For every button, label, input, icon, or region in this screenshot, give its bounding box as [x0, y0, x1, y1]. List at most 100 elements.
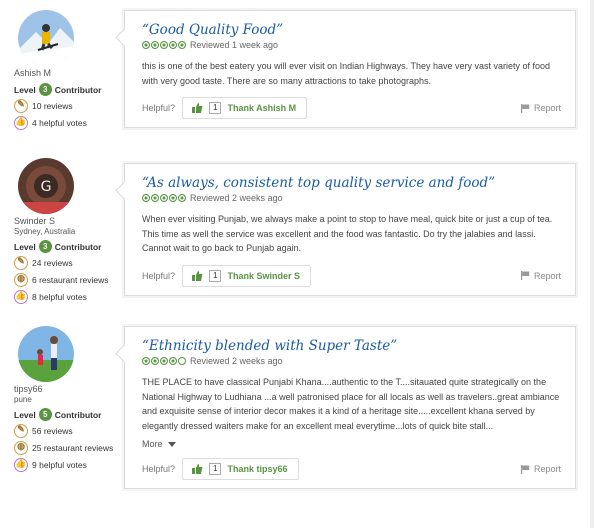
rating-line: Reviewed 2 weeks ago [142, 356, 561, 366]
stat-helpful-votes[interactable]: 👍 8 helpful votes [14, 290, 124, 304]
review-body: THE PLACE to have classical Punjabi Khan… [142, 377, 560, 431]
reviewer-name[interactable]: Ashish M [14, 68, 124, 79]
rating-bubble-icon [151, 194, 159, 202]
reviews-badge-icon: ✎ [14, 424, 28, 438]
stat-helpful-votes[interactable]: 👍 9 helpful votes [14, 458, 124, 472]
flag-icon [520, 464, 530, 474]
stat-reviews[interactable]: ✎ 56 reviews [14, 424, 124, 438]
reviews-badge-icon: ✎ [14, 256, 28, 270]
rating-bubble-icon [142, 357, 150, 365]
restaurant-reviews-badge-icon: ◍ [14, 441, 28, 455]
level-badge: 3 [38, 240, 52, 253]
stat-text: 4 helpful votes [32, 118, 87, 128]
thumbs-up-icon [192, 464, 203, 474]
report-link[interactable]: Report [520, 103, 561, 113]
rating-bubble-icon [142, 194, 150, 202]
review-date: Reviewed 2 weeks ago [190, 193, 283, 203]
stat-restaurant-reviews[interactable]: ◍ 6 restaurant reviews [14, 273, 124, 287]
stat-text: 56 reviews [32, 426, 73, 436]
report-label: Report [533, 270, 561, 281]
rating-bubble-icon [178, 194, 186, 202]
review-title[interactable]: “Good Quality Food” [142, 21, 561, 39]
stat-restaurant-reviews[interactable]: ◍ 25 restaurant reviews [14, 441, 124, 455]
stat-text: 9 helpful votes [32, 460, 87, 470]
avatar[interactable] [18, 10, 74, 66]
rating-bubble-icon [142, 41, 150, 49]
stat-text: 24 reviews [32, 258, 73, 268]
review-body: When ever visiting Punjab, we always mak… [142, 214, 553, 253]
stat-text: 10 reviews [32, 101, 73, 111]
thumbs-up-icon [192, 270, 203, 281]
review-footer: Helpful? 1 Thank tipsy66 Report [142, 458, 561, 480]
avatar[interactable] [18, 326, 74, 382]
thank-button[interactable]: 1 Thank tipsy66 [182, 458, 299, 480]
report-link[interactable]: Report [520, 270, 561, 281]
level-label: Level [14, 241, 36, 252]
rating-bubbles [142, 41, 186, 49]
stat-text: 25 restaurant reviews [32, 443, 114, 453]
stat-text: 6 restaurant reviews [32, 275, 109, 285]
level-badge: 3 [38, 83, 52, 96]
thank-count: 1 [209, 463, 222, 475]
rating-line: Reviewed 1 week ago [142, 40, 561, 50]
rating-bubble-icon [160, 357, 168, 365]
rating-bubbles [142, 194, 186, 202]
review-card: “Ethnicity blended with Super Taste” Rev… [124, 326, 576, 489]
review-date: Reviewed 2 weeks ago [190, 356, 283, 366]
scrollbar[interactable] [590, 0, 594, 528]
report-label: Report [533, 103, 561, 113]
flag-icon [520, 271, 530, 280]
reviewer-profile: tipsy66 pune Level 5 Contributor ✎ 56 re… [14, 326, 124, 472]
helpful-label: Helpful? [142, 270, 176, 281]
review-title[interactable]: “Ethnicity blended with Super Taste” [142, 337, 561, 355]
chevron-down-icon [167, 441, 176, 447]
thank-button[interactable]: 1 Thank Swinder S [182, 264, 311, 287]
level-badge: 5 [38, 408, 52, 421]
helpful-votes-badge-icon: 👍 [14, 290, 28, 304]
review-footer: Helpful? 1 Thank Swinder S Report [142, 264, 561, 287]
review-date: Reviewed 1 week ago [190, 40, 279, 50]
helpful-votes-badge-icon: 👍 [14, 458, 28, 472]
thank-label: Thank tipsy66 [227, 464, 288, 474]
thank-label: Thank Ashish M [227, 103, 297, 113]
reviews-badge-icon: ✎ [14, 99, 28, 113]
helpful-label: Helpful? [142, 103, 176, 113]
rating-bubble-icon [160, 41, 168, 49]
level-label: Level [14, 84, 36, 95]
stat-helpful-votes[interactable]: 👍 4 helpful votes [14, 116, 124, 130]
stat-reviews[interactable]: ✎ 24 reviews [14, 256, 124, 270]
avatar[interactable]: G [18, 158, 74, 214]
rating-bubble-icon [169, 194, 177, 202]
level-suffix: Contributor [54, 409, 102, 420]
stat-reviews[interactable]: ✎ 10 reviews [14, 99, 124, 113]
rating-bubble-icon [178, 41, 186, 49]
more-toggle[interactable]: More [142, 439, 561, 449]
restaurant-reviews-badge-icon: ◍ [14, 273, 28, 287]
rating-bubbles [142, 357, 186, 365]
reviewer-name[interactable]: Swinder S [14, 216, 124, 227]
rating-bubble-icon [169, 357, 177, 365]
reviewer-name[interactable]: tipsy66 [14, 384, 124, 395]
rating-bubble-icon [151, 357, 159, 365]
review-footer: Helpful? 1 Thank Ashish M Report [142, 97, 561, 119]
contributor-level: Level 3 Contributor [14, 83, 124, 96]
helpful-label: Helpful? [142, 464, 176, 474]
report-link[interactable]: Report [520, 464, 561, 474]
report-label: Report [533, 464, 561, 474]
level-label: Level [14, 409, 36, 420]
thank-count: 1 [209, 102, 222, 114]
svg-text:G: G [41, 179, 52, 195]
thank-button[interactable]: 1 Thank Ashish M [182, 97, 308, 119]
level-suffix: Contributor [54, 241, 102, 252]
contributor-level: Level 5 Contributor [14, 408, 124, 421]
thank-count: 1 [209, 269, 222, 282]
rating-bubble-icon [178, 357, 186, 365]
helpful-votes-badge-icon: 👍 [14, 116, 28, 130]
thumbs-up-icon [192, 103, 203, 113]
review-card: “As always, consistent top quality servi… [124, 163, 576, 296]
review-title[interactable]: “As always, consistent top quality servi… [142, 174, 561, 192]
reviewer-profile: Ashish M Level 3 Contributor ✎ 10 review… [14, 10, 124, 130]
reviewer-location: Sydney, Australia [14, 227, 76, 236]
review-body: this is one of the best eatery you will … [142, 61, 551, 86]
contributor-level: Level 3 Contributor [14, 240, 124, 253]
